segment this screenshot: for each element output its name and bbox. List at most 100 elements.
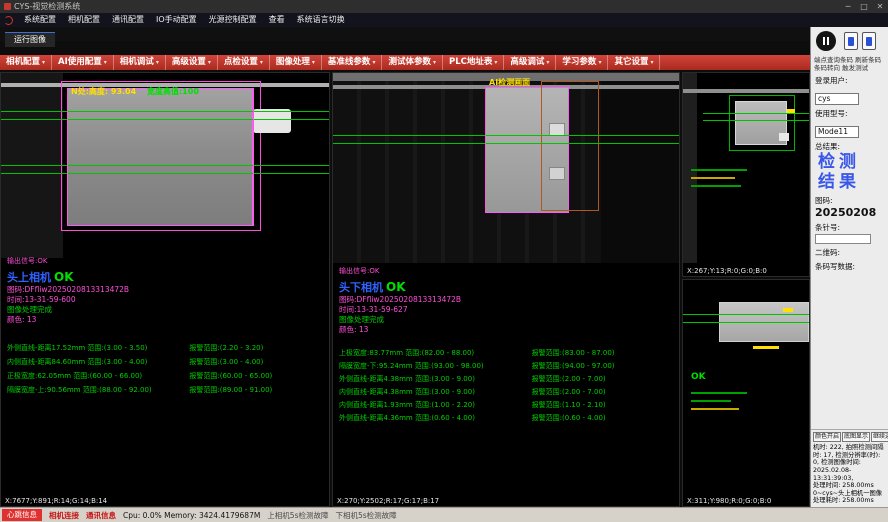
write-field: 条码写数据: — [811, 258, 888, 272]
pixel-coords-aux1: X:267;Y:13;R:0;G:0;B:0 — [687, 267, 767, 275]
menu-item[interactable]: 光源控制配置 — [203, 15, 263, 24]
login-label: 登录用户: — [815, 75, 884, 86]
close-button[interactable]: ✕ — [872, 0, 888, 13]
measurement-row: 隔膜宽度-下:95.24mm 范围:(93.00 - 98.00) 报警范围:(… — [339, 360, 677, 373]
camera-view-aux1[interactable] — [683, 73, 809, 263]
toolbar-item[interactable]: AI使用配置 — [52, 55, 114, 70]
camera-panel-aux1[interactable]: X:267;Y:13;R:0;G:0;B:0 — [682, 72, 810, 277]
measurement-row: 内侧直线-距离84.60mm 范围:(3.00 - 4.00) 报警范围:(3.… — [7, 355, 327, 369]
window-title: CYS-视觉检测系统 — [14, 0, 80, 13]
menu-items: 系统配置相机配置通讯配置IO手动配置光源控制配置查看系统语言切换 — [18, 13, 351, 27]
camera-connection-status: 相机连接 — [49, 510, 79, 521]
measurement-row: 上极宽度:83.77mm 范围:(82.00 - 88.00) 报警范围:(83… — [339, 347, 677, 360]
measure-value: 内侧直线-距离1.93mm 范围:(1.00 - 2.20) — [339, 399, 532, 412]
edge-line — [253, 88, 254, 226]
bright-spot — [549, 167, 565, 180]
camera-device-button-1[interactable] — [844, 32, 858, 50]
toolbar-item[interactable]: 基准线参数 — [322, 55, 383, 70]
code-label: 图码: — [815, 195, 884, 206]
aux-ok-text: OK — [691, 372, 706, 382]
camera-view-top[interactable]: N处:高度: 93.04 宽度高值:100 — [1, 73, 329, 258]
toolbar-item[interactable]: 图像处理 — [270, 55, 322, 70]
measure-value: 外侧直线-距离4.36mm 范围:(0.60 - 4.00) — [339, 412, 532, 425]
login-value[interactable]: cys — [815, 93, 859, 105]
warning-top-camera: 上相机5s检测故障 — [267, 510, 328, 521]
tab-run-image[interactable]: 运行图像 — [5, 32, 55, 47]
status-badge: OK — [54, 270, 74, 284]
code-field: 图码: 20250208 — [811, 192, 888, 219]
marker-yellow — [783, 308, 793, 312]
menu-item[interactable]: IO手动配置 — [150, 15, 203, 24]
needle-input[interactable] — [815, 234, 871, 244]
stats-text: 机时: 222, 拍照检测间隔时: 17, 检测分辨率(时):0, 检测图像时间… — [813, 444, 886, 505]
needle-label: 条针号: — [815, 222, 884, 233]
warning-bottom-camera: 下相机5s检测故障 — [336, 510, 397, 521]
sidebar-mini-button[interactable]: 继续运行 — [871, 432, 888, 442]
camera-panel-bottom[interactable]: AI检测画面 输出信号:OK 头下相机OK 图码:DFfliw202502081… — [332, 72, 680, 507]
measure-line — [1, 173, 329, 174]
toolbar-item[interactable]: 相机调试 — [114, 55, 166, 70]
ai-overlay-text: AI检测画面 — [489, 77, 530, 88]
sidebar-mini-button[interactable]: 颜色开启 — [813, 432, 841, 442]
menu-item[interactable]: 系统配置 — [18, 15, 62, 24]
camera-view-bottom[interactable]: AI检测画面 — [333, 73, 679, 263]
measurement-rows: 上极宽度:83.77mm 范围:(82.00 - 88.00) 报警范围:(83… — [339, 347, 677, 425]
mini-text-dash — [691, 177, 735, 179]
result-block-bottom: 输出信号:OK 头下相机OK 图码:DFfliw2025020813313472… — [339, 267, 677, 425]
controls-note-2: 条码转向 触发测试 — [811, 65, 888, 73]
measure-line — [703, 120, 809, 121]
measurement-row: 隔膜宽度-上:90.56mm 范围:(88.00 - 92.00) 报警范围:(… — [7, 383, 327, 397]
menubar: 系统配置相机配置通讯配置IO手动配置光源控制配置查看系统语言切换 — [0, 13, 888, 27]
pause-button[interactable] — [816, 31, 836, 51]
menu-item[interactable]: 通讯配置 — [106, 15, 150, 24]
measurement-rows: 外侧直线-距离17.52mm 范围:(3.00 - 3.50) 报警范围:(2.… — [7, 341, 327, 397]
camera-device-button-2[interactable] — [862, 32, 876, 50]
toolbar-item[interactable]: 其它设置 — [608, 55, 660, 70]
app-icon — [4, 3, 11, 10]
barcode-line: 图码:DFfliw2025020813313472B — [339, 295, 677, 305]
part-region — [67, 88, 253, 226]
measure-line — [683, 314, 809, 315]
measure-value: 内侧直线-距离4.38mm 范围:(3.00 - 9.00) — [339, 386, 532, 399]
alarm-range: 报警范围:(94.00 - 97.00) — [532, 360, 615, 373]
minimize-button[interactable]: ─ — [840, 0, 856, 13]
ai-roi-rect-orange — [541, 81, 599, 211]
camera-panel-aux2[interactable]: OK X:311;Y:980;R:0;G:0;B:0 — [682, 279, 810, 507]
marker-yellow — [787, 109, 795, 113]
result-header: 头上相机OK — [7, 266, 327, 285]
menu-item[interactable]: 相机配置 — [62, 15, 106, 24]
measurement-row: 外侧直线-距离17.52mm 范围:(3.00 - 3.50) 报警范围:(2.… — [7, 341, 327, 355]
menu-item[interactable]: 系统语言切换 — [291, 15, 351, 24]
window-controls: ─ □ ✕ — [840, 0, 888, 13]
camera-view-aux2[interactable]: OK — [683, 280, 809, 492]
measurement-row: 正极宽度:62.05mm 范围:(60.00 - 66.00) 报警范围:(60… — [7, 369, 327, 383]
total-result-field: 总结果: 检测 结果 — [811, 138, 888, 192]
camera-icon — [848, 37, 854, 46]
sidebar-mini-button[interactable]: 底图显示 — [842, 432, 870, 442]
stats-line: 2025.02.08-13:31:39:03, — [813, 467, 886, 482]
alarm-range: 报警范围:(60.00 - 65.00) — [189, 369, 272, 383]
edge-line — [67, 88, 68, 226]
toolbar-item[interactable]: 学习参数 — [556, 55, 608, 70]
model-value[interactable]: Mode11 — [815, 126, 859, 138]
heartbeat-status-badge: 心跳信息 — [2, 509, 42, 521]
maximize-button[interactable]: □ — [856, 0, 872, 13]
result-block-top: 输出信号:OK 头上相机OK 图码:DFfliw2025020813313472… — [7, 257, 327, 397]
toolbar-item[interactable]: 高级调试 — [504, 55, 556, 70]
menu-item[interactable]: 查看 — [263, 15, 291, 24]
mini-text-dash — [691, 408, 739, 410]
measure-line — [333, 135, 679, 136]
total-result-line2: 结果 — [815, 172, 884, 192]
toolbar-item[interactable]: 点检设置 — [218, 55, 270, 70]
alarm-range: 报警范围:(83.00 - 87.00) — [532, 347, 615, 360]
mini-text-dash — [691, 400, 731, 402]
toolbar-item[interactable]: 高级设置 — [166, 55, 218, 70]
toolbar-item[interactable]: 测试体参数 — [382, 55, 443, 70]
edge-line — [485, 87, 486, 213]
toolbar-item[interactable]: PLC地址表 — [443, 55, 504, 70]
status-bar: 心跳信息 相机连接 通讯信息 Cpu: 0.0% Memory: 3424.41… — [0, 507, 888, 522]
pause-icon — [827, 37, 829, 45]
result-header: 头下相机OK — [339, 276, 677, 295]
toolbar-item[interactable]: 相机配置 — [0, 55, 52, 70]
camera-panel-top[interactable]: N处:高度: 93.04 宽度高值:100 输出信号:OK 头上相机OK 图码:… — [0, 72, 330, 507]
